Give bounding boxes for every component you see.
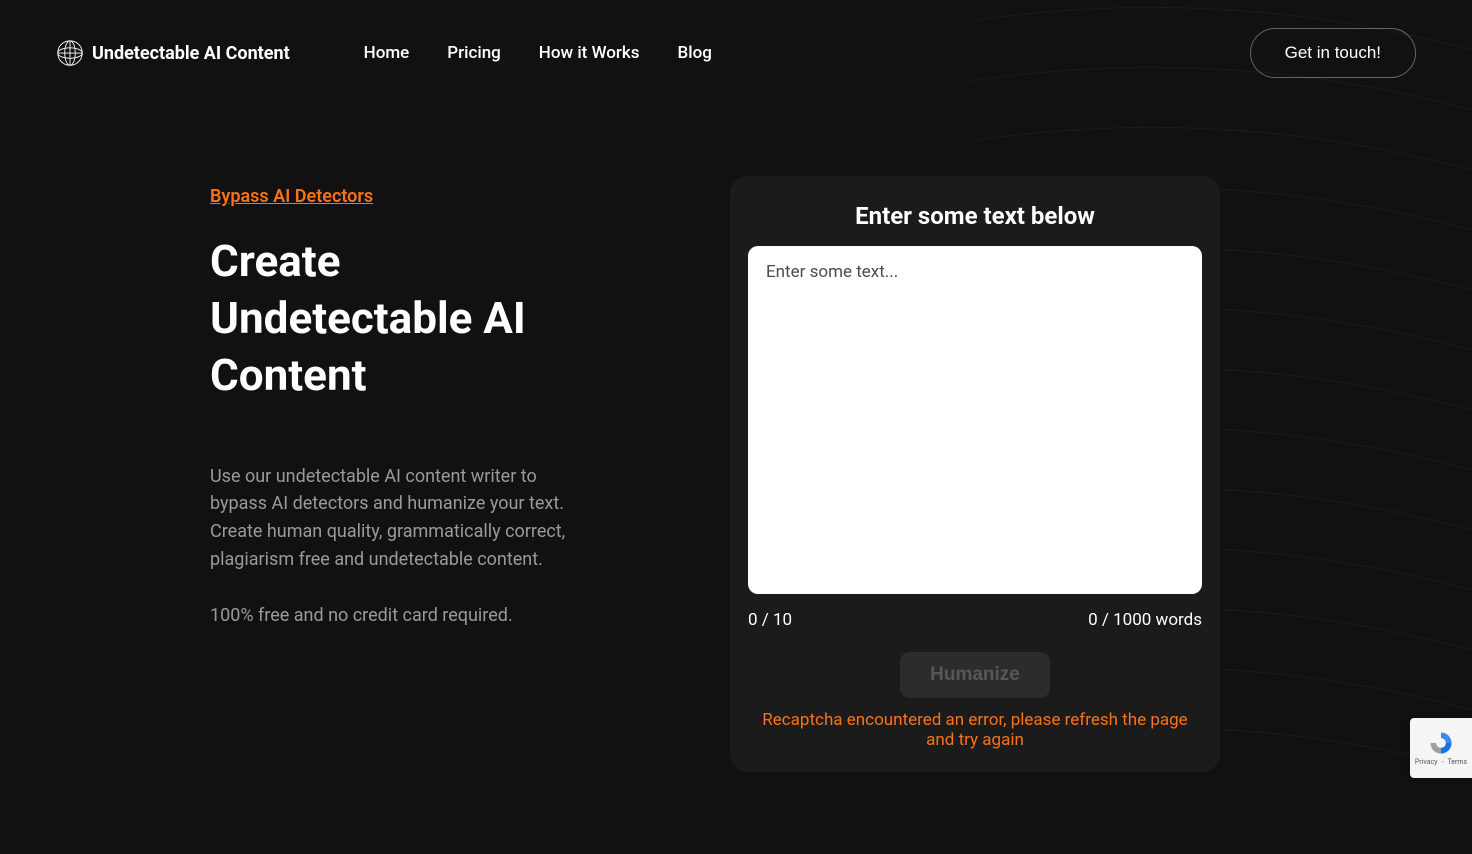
hero-note: 100% free and no credit card required. (210, 602, 590, 629)
nav: Home Pricing How it Works Blog (364, 43, 712, 63)
nav-home[interactable]: Home (364, 43, 410, 63)
logo-text: Undetectable AI Content (92, 43, 290, 64)
panel-title: Enter some text below (748, 202, 1202, 230)
recaptcha-icon (1428, 730, 1454, 756)
char-counter: 0 / 10 (748, 610, 792, 630)
recaptcha-badge[interactable]: Privacy - Terms (1410, 718, 1472, 778)
nav-pricing[interactable]: Pricing (447, 43, 501, 63)
hero-column: Bypass AI Detectors Create Undetectable … (210, 186, 590, 772)
humanize-button[interactable]: Humanize (900, 652, 1050, 698)
get-in-touch-button[interactable]: Get in touch! (1250, 28, 1416, 78)
header: Undetectable AI Content Home Pricing How… (0, 0, 1472, 98)
recaptcha-links: Privacy - Terms (1415, 758, 1467, 766)
bypass-ai-detectors-link[interactable]: Bypass AI Detectors (210, 186, 373, 207)
text-panel: Enter some text below 0 / 10 0 / 1000 wo… (730, 176, 1220, 772)
word-counter: 0 / 1000 words (1088, 610, 1202, 630)
nav-blog[interactable]: Blog (678, 43, 712, 63)
counters: 0 / 10 0 / 1000 words (748, 610, 1202, 630)
recaptcha-terms[interactable]: Terms (1447, 758, 1467, 766)
nav-how-it-works[interactable]: How it Works (539, 43, 640, 63)
hero-body-text: Use our undetectable AI content writer t… (210, 463, 590, 575)
text-input[interactable] (748, 246, 1202, 594)
page-heading: Create Undetectable AI Content (210, 233, 590, 405)
recaptcha-privacy[interactable]: Privacy (1415, 758, 1438, 766)
main: Bypass AI Detectors Create Undetectable … (0, 98, 1472, 772)
logo-icon (56, 39, 84, 67)
logo[interactable]: Undetectable AI Content (56, 39, 290, 67)
recaptcha-error: Recaptcha encountered an error, please r… (748, 710, 1202, 750)
